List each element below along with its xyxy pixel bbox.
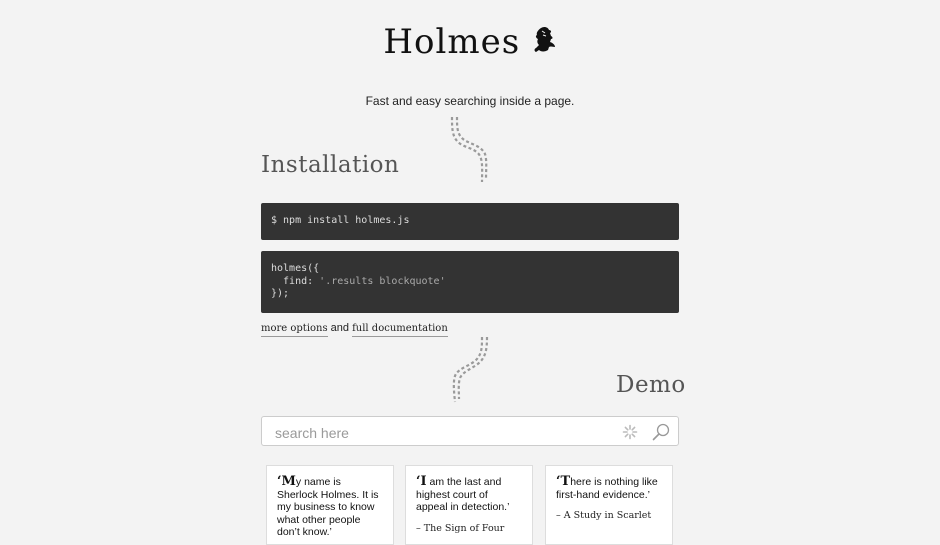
search-input[interactable] — [273, 422, 607, 444]
doc-links: more options and full documentation — [261, 322, 448, 337]
full-documentation-link[interactable]: full documentation — [352, 323, 448, 337]
quote-card: ‘My name is Sherlock Holmes. It is my bu… — [266, 465, 394, 545]
quote-card: ‘There is nothing like first-hand eviden… — [545, 465, 673, 545]
code-string: '.results blockquote' — [319, 275, 446, 287]
installation-title: Installation — [261, 152, 400, 178]
code-line: }); — [271, 288, 290, 299]
install-command-block[interactable]: $ npm install holmes.js — [261, 203, 679, 240]
tagline: Fast and easy searching inside a page. — [365, 94, 575, 108]
code-example-block[interactable]: holmes({ find: '.results blockquote' }); — [261, 251, 679, 313]
quote-card: ‘I am the last and highest court of appe… — [405, 465, 533, 545]
code-key: find: — [271, 275, 320, 287]
brand: Holmes — [0, 22, 940, 62]
quote-source: – The Sign of Four — [416, 522, 505, 534]
quote-text: ‘There is nothing like first-hand eviden… — [556, 474, 662, 501]
quote-initial: ‘M — [277, 474, 296, 489]
search-box — [261, 416, 679, 446]
footsteps-icon — [448, 114, 492, 189]
magnifier-icon[interactable] — [652, 423, 670, 446]
more-options-link[interactable]: more options — [261, 323, 328, 337]
quote-initial: ‘I — [416, 474, 427, 489]
code-line: find: '.results blockquote' — [271, 276, 669, 289]
spinner-icon — [622, 424, 638, 445]
quote-body: here is nothing like first-hand evidence… — [556, 476, 658, 501]
quote-source: – A Study in Scarlet — [556, 510, 652, 521]
quote-body: am the last and highest court of appeal … — [416, 476, 510, 513]
brand-title: Holmes — [383, 22, 521, 62]
footsteps-icon — [448, 334, 492, 409]
quote-text: ‘I am the last and highest court of appe… — [416, 474, 522, 514]
quote-initial: ‘T — [556, 474, 571, 489]
quote-text: ‘My name is Sherlock Holmes. It is my bu… — [277, 474, 383, 539]
demo-title: Demo — [616, 372, 686, 398]
code-line: holmes({ — [271, 263, 320, 274]
sherlock-silhouette-icon — [531, 26, 557, 59]
links-joiner: and — [327, 322, 353, 334]
install-command: $ npm install holmes.js — [271, 215, 410, 226]
